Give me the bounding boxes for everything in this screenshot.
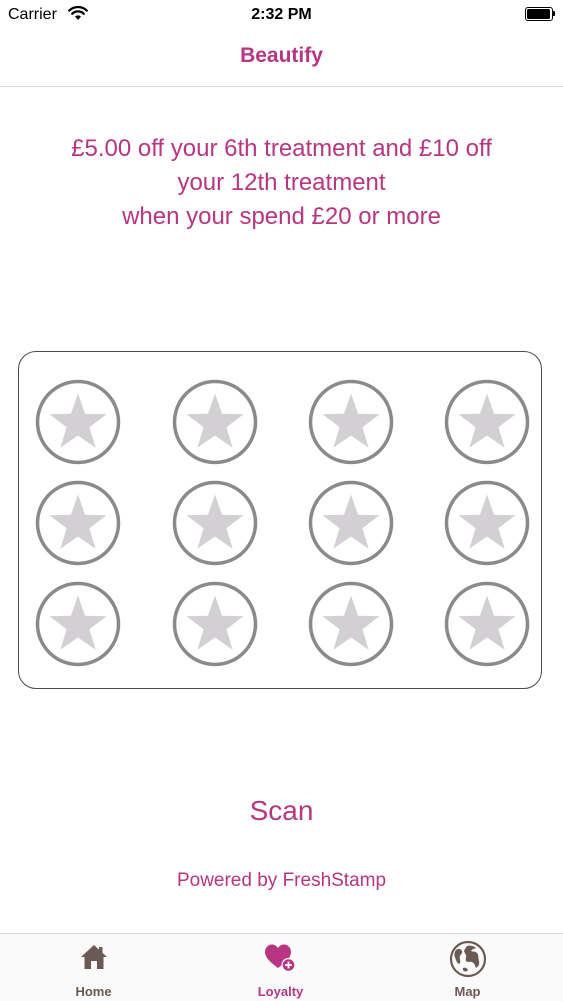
tab-loyalty-label: Loyalty xyxy=(257,984,304,999)
house-icon xyxy=(80,945,107,969)
star-icon xyxy=(172,480,258,566)
star-icon xyxy=(35,581,121,667)
tab-bar: Home Loyalty Map xyxy=(0,933,563,1001)
star-icon xyxy=(444,480,530,566)
star-icon xyxy=(172,379,258,465)
stamp-card xyxy=(18,351,542,689)
tab-map[interactable]: Map xyxy=(374,934,561,1001)
powered-by-label: Powered by FreshStamp xyxy=(176,870,387,891)
star-icon xyxy=(308,379,394,465)
stamp-slot xyxy=(308,581,394,667)
star-icon xyxy=(444,581,530,667)
offer-line-2: your 12th treatment xyxy=(177,169,386,196)
globe-icon xyxy=(449,940,486,978)
stamp-slot xyxy=(308,480,394,566)
stamp-slot xyxy=(444,581,530,667)
star-icon xyxy=(172,581,258,667)
stamp-slot xyxy=(444,480,530,566)
stamp-slot xyxy=(172,480,258,566)
page-title: Beautify xyxy=(240,44,323,67)
stamp-slot xyxy=(172,379,258,465)
stamp-slot xyxy=(35,379,121,465)
stamp-slot xyxy=(308,379,394,465)
star-icon xyxy=(444,379,530,465)
battery-icon xyxy=(525,7,555,21)
status-bar: Carrier 2:32 PM xyxy=(0,0,563,32)
star-icon xyxy=(308,480,394,566)
tab-home-label: Home xyxy=(75,984,112,999)
navigation-bar: Beautify xyxy=(0,32,563,87)
stamp-slot xyxy=(172,581,258,667)
star-icon xyxy=(308,581,394,667)
clock: 2:32 PM xyxy=(251,6,312,23)
offer-line-1: £5.00 off your 6th treatment and £10 off xyxy=(71,135,492,162)
stamp-slot xyxy=(35,581,121,667)
offer-line-3: when your spend £20 or more xyxy=(122,203,441,230)
tab-map-label: Map xyxy=(454,984,481,999)
heart-plus-icon xyxy=(264,944,295,972)
scan-button[interactable]: Scan xyxy=(0,795,563,827)
tab-loyalty[interactable]: Loyalty xyxy=(187,934,374,1001)
star-icon xyxy=(35,379,121,465)
star-icon xyxy=(35,480,121,566)
offer-text: £5.00 off your 6th treatment and £10 off… xyxy=(20,132,543,234)
stamp-slot xyxy=(35,480,121,566)
stamp-slot xyxy=(444,379,530,465)
tab-home[interactable]: Home xyxy=(0,934,187,1001)
